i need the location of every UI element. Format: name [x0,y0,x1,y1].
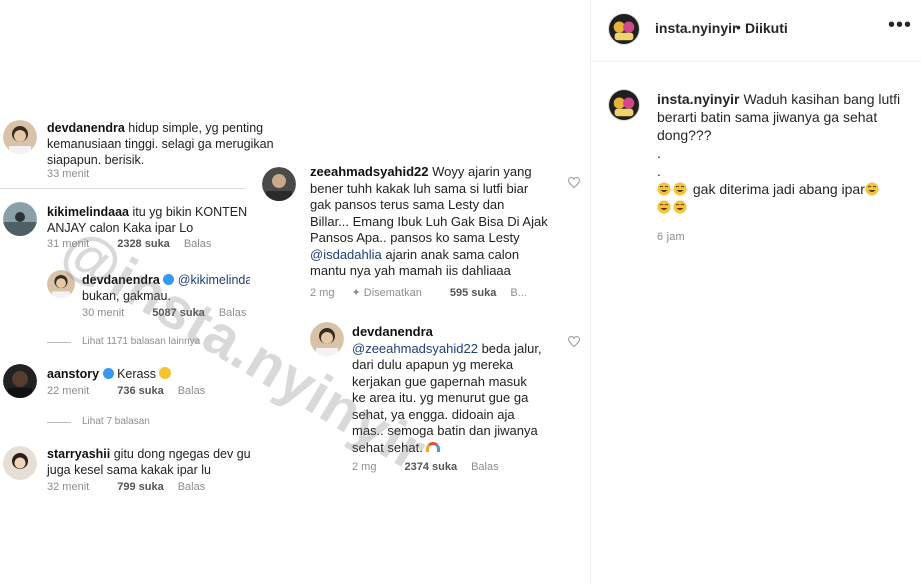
avatar [3,202,37,236]
post-header: insta.nyinyir • Diikuti ••• [591,0,921,62]
tears-of-joy-emoji [673,200,687,214]
avatar [3,446,37,480]
comment-username[interactable]: aanstory [47,367,99,381]
comment-username[interactable]: devdanendra [352,324,433,339]
mention-link[interactable]: @isdadahlia [310,247,382,262]
pin-icon: ✦ [351,287,361,299]
view-more-line [47,342,71,343]
tears-of-joy-emoji [657,182,671,196]
heart-outline-icon[interactable] [568,336,580,347]
caption-timestamp[interactable]: 6 jam [657,231,685,243]
avatar[interactable] [608,89,640,121]
divider [0,188,246,189]
verified-badge-icon [102,368,114,379]
tears-of-joy-emoji [657,200,671,214]
tears-of-joy-emoji [865,182,879,196]
more-options-icon[interactable]: ••• [888,14,912,37]
comment-text: zeeahmadsyahid22 Woyy ajarin yang bener … [310,164,548,278]
shocked-face-emoji [159,367,172,379]
comment-meta: 2 mg ✦ Disematkan 595 suka B... [310,287,527,299]
avatar [262,167,296,201]
caption-username[interactable]: insta.nyinyir [657,91,739,107]
view-more-line [47,422,71,423]
heart-outline-icon[interactable] [568,177,580,188]
mention-link[interactable]: @zeeahmadsyahid22 [352,341,478,356]
comment-username[interactable]: starryashii [47,447,110,461]
avatar[interactable] [608,13,640,45]
following-button[interactable]: Diikuti [745,20,788,36]
avatar [310,322,344,356]
post-photo: devdanendra hidup simple, yg penting kem… [0,0,590,584]
post-side-panel: insta.nyinyir • Diikuti ••• insta.nyinyi… [590,0,921,584]
comment-username[interactable]: devdanendra [47,121,125,135]
comment-meta: 22 menit 736 suka Balas [47,385,206,397]
separator-dot: • [736,19,741,35]
comment-meta: 32 menit 799 suka Balas [47,481,206,493]
post-username[interactable]: insta.nyinyir [655,20,737,36]
tears-of-joy-emoji [673,182,687,196]
avatar [3,364,37,398]
post-caption: insta.nyinyir Waduh kasihan bang lutfi be… [657,90,902,216]
view-more-replies[interactable]: Lihat 7 balasan [82,416,164,427]
avatar [3,120,37,154]
comment-username[interactable]: zeeahmadsyahid22 [310,164,429,179]
comment-meta: 33 menit [47,168,90,180]
